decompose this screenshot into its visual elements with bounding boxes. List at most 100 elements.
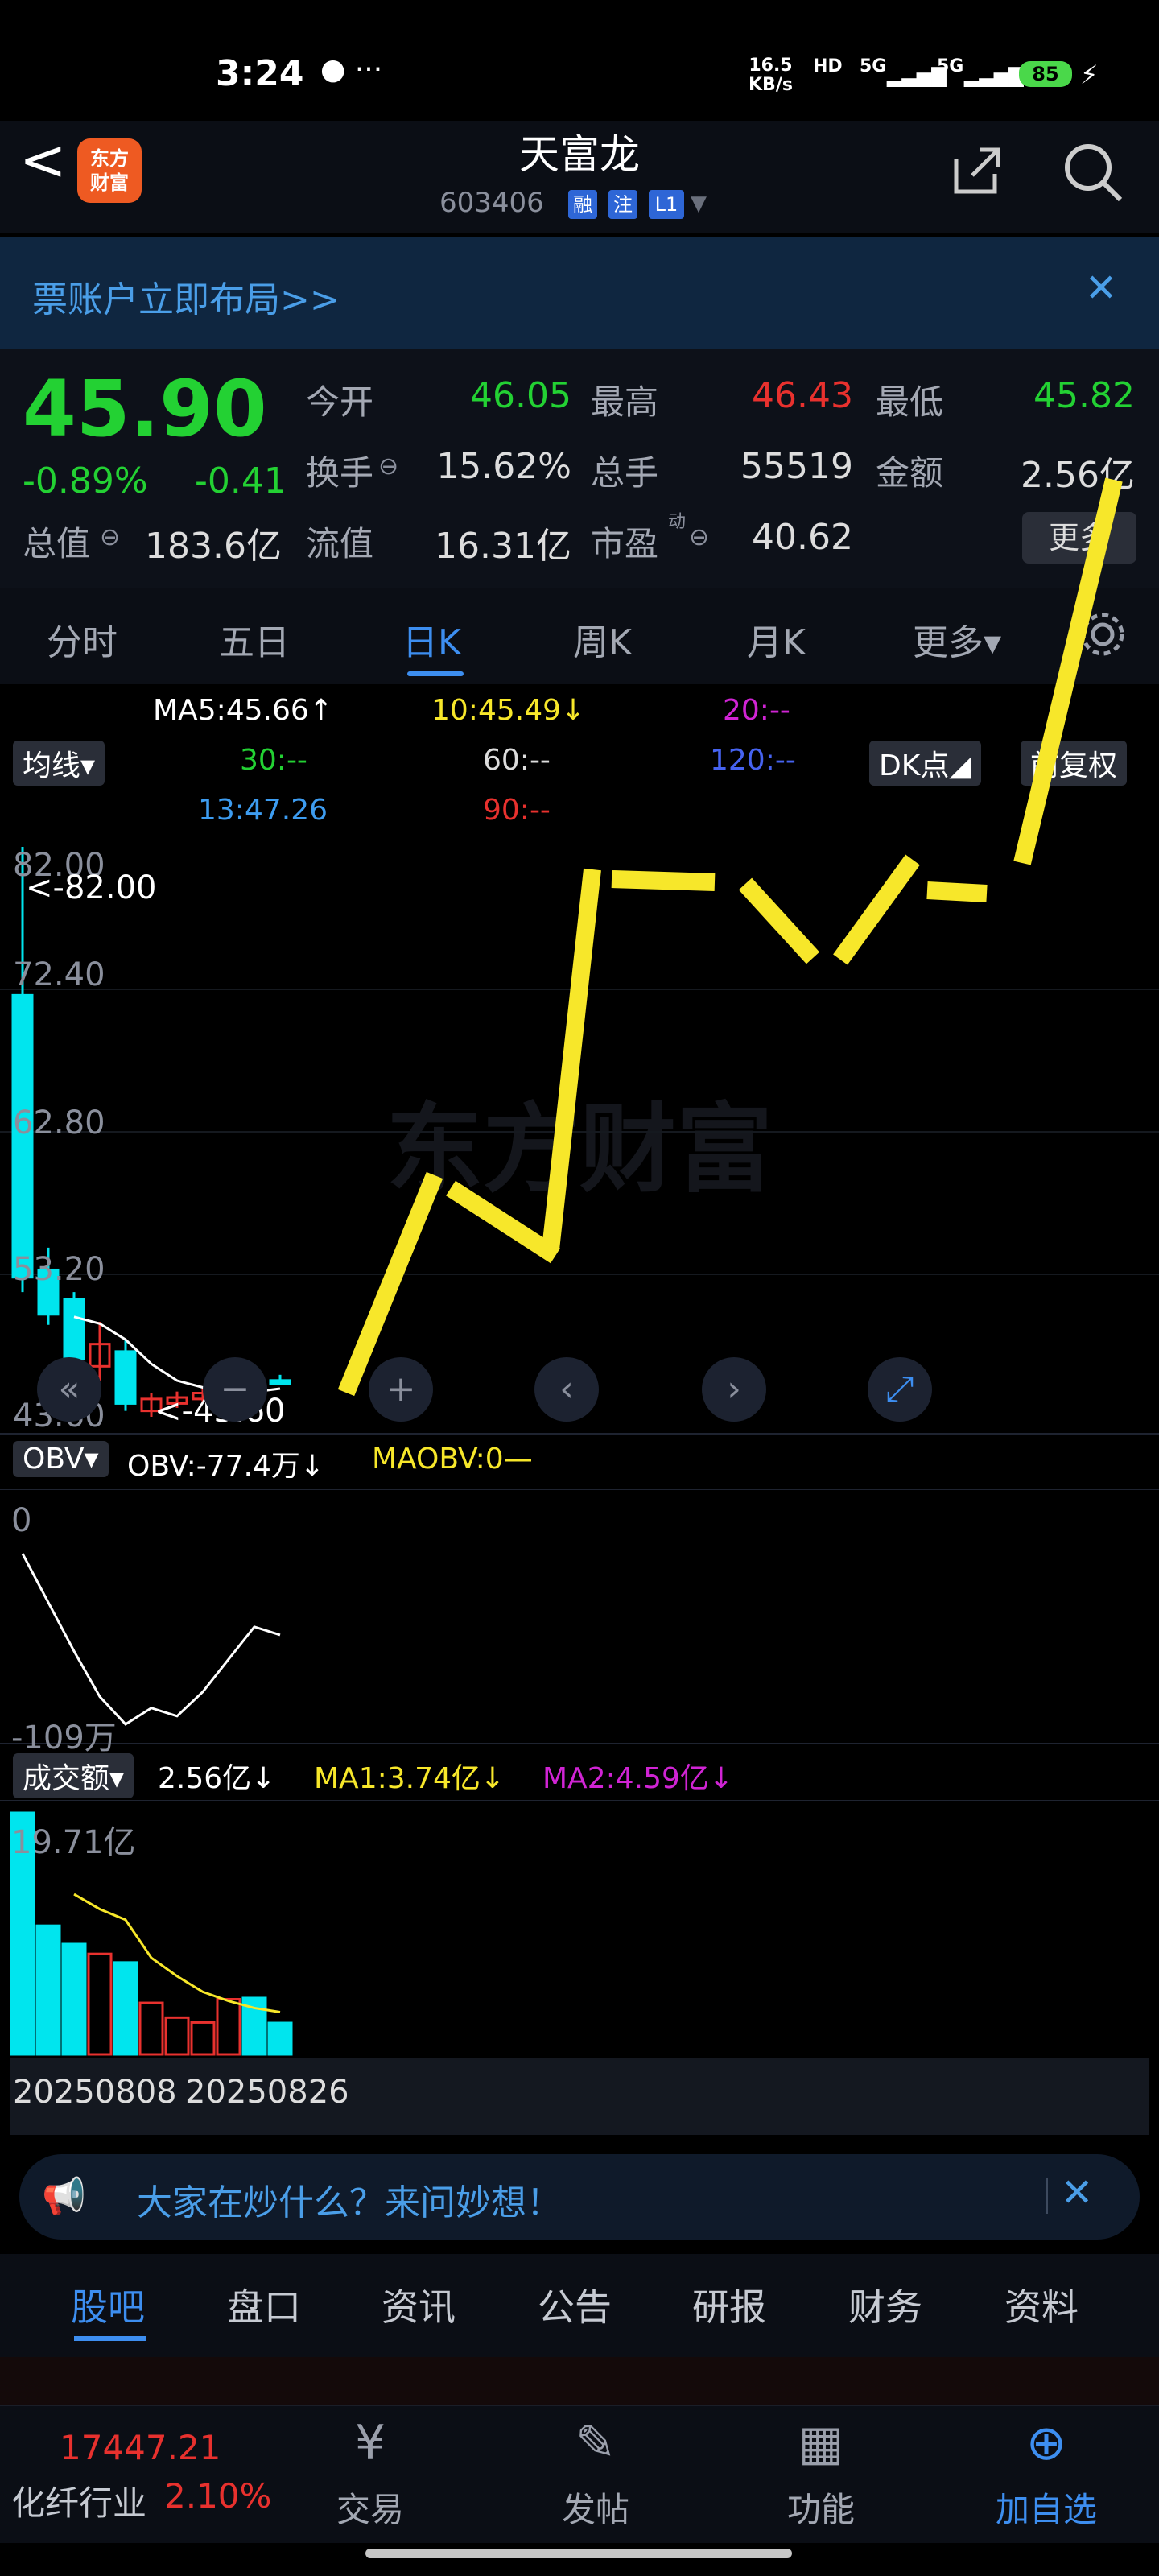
amount-value: 2.56亿 [1021, 455, 1135, 496]
tab-daily-k[interactable]: 日K [402, 613, 461, 665]
volume-axis-top: 19.71亿 [11, 1824, 136, 1861]
trade-icon[interactable]: ¥ [314, 2415, 427, 2471]
tab-intraday[interactable]: 分时 [47, 613, 118, 665]
volume-bar [113, 1961, 138, 2056]
maobv-value: MAOBV:0— [372, 1443, 533, 1476]
pan-left-button[interactable]: ‹ [534, 1357, 599, 1422]
tab-announcements[interactable]: 公告 [538, 2278, 612, 2331]
zoom-out-button[interactable]: « [37, 1357, 101, 1422]
post-label[interactable]: 发帖 [539, 2483, 652, 2532]
stock-code: 603406 [439, 187, 544, 219]
tab-forum[interactable]: 股吧 [71, 2278, 145, 2331]
turnover-value: 15.62% [436, 446, 571, 487]
post-icon[interactable]: ✎ [539, 2415, 652, 2471]
megaphone-icon: 📢 [42, 2176, 86, 2217]
industry-name[interactable]: 化纤行业 [11, 2476, 146, 2525]
price-axis-tick: 72.40 [13, 956, 105, 993]
ma120-legend: 120:-- [710, 744, 796, 777]
tab-more[interactable]: 更多▾ [913, 613, 1001, 665]
tab-active-indicator [407, 671, 464, 676]
pan-right-button[interactable]: › [702, 1357, 766, 1422]
pe-info-icon[interactable]: ⊖ [689, 523, 709, 551]
tab-news[interactable]: 资讯 [382, 2278, 456, 2331]
fullscreen-icon[interactable]: ⤢ [868, 1357, 932, 1422]
status-time: 3:24 [216, 53, 304, 94]
dk-point-button[interactable]: DK点◢ [869, 741, 982, 786]
volume-chart[interactable] [0, 1800, 1159, 2058]
candle-body [269, 1379, 291, 1385]
volume-value: 55519 [740, 446, 853, 487]
signal-icon-1: 5G [860, 56, 887, 76]
add-watchlist-icon[interactable]: ⊕ [990, 2415, 1103, 2471]
low-value: 45.82 [1033, 375, 1135, 416]
tag-margin: 融 [568, 190, 597, 219]
price-axis-tick: 53.20 [13, 1251, 105, 1288]
max-price-annotation: <-82.00 [26, 869, 157, 906]
code-dropdown-icon[interactable]: ▼ [691, 192, 707, 216]
ma90-legend: 90:-- [483, 794, 551, 827]
volume-indicator-selector[interactable]: 成交额▾ [13, 1753, 134, 1798]
volume-bar [138, 2001, 164, 2056]
volume-ma1: MA1:3.74亿↓ [314, 1762, 505, 1795]
obv-line [21, 1553, 281, 1726]
tab-monthly-k[interactable]: 月K [747, 613, 806, 665]
tab-research[interactable]: 研报 [692, 2278, 766, 2331]
candlestick-chart[interactable] [0, 837, 1159, 1433]
obv-chart[interactable] [0, 1489, 1159, 1747]
industry-index-value[interactable]: 17447.21 [60, 2428, 221, 2467]
indicator-selector[interactable]: 均线▾ [13, 741, 105, 786]
content-tab-indicator [74, 2336, 146, 2341]
volume-value: 2.56亿↓ [158, 1762, 276, 1795]
volume-label: 总手 [591, 453, 659, 493]
charging-icon: ⚡ [1080, 60, 1099, 90]
volume-bar [61, 1942, 87, 2056]
open-value: 46.05 [470, 375, 571, 416]
ma250-legend: 13:47.26 [198, 794, 328, 827]
obv-axis-bottom: -109万 [11, 1719, 117, 1757]
tab-financials[interactable]: 财务 [848, 2278, 922, 2331]
signal-icon-2: 5G [937, 56, 964, 76]
high-value: 46.43 [752, 375, 853, 416]
volume-ma2: MA2:4.59亿↓ [542, 1762, 734, 1795]
tag-l1: L1 [649, 190, 684, 219]
volume-bar [216, 1998, 241, 2056]
search-icon[interactable] [1061, 140, 1125, 204]
volume-bar [267, 2021, 293, 2056]
features-icon[interactable]: ▦ [765, 2415, 877, 2471]
net-speed: 16.5 KB/s [749, 56, 793, 95]
ask-divider [1046, 2178, 1048, 2214]
ask-close-icon[interactable]: ✕ [1061, 2170, 1093, 2215]
volume-bar [190, 2021, 216, 2056]
feed-preview [0, 2357, 1159, 2405]
open-label: 今开 [306, 382, 374, 422]
trade-label[interactable]: 交易 [314, 2483, 427, 2532]
share-icon[interactable] [948, 142, 1006, 200]
tab-weekly-k[interactable]: 周K [573, 613, 632, 665]
high-label: 最高 [591, 382, 659, 422]
adjust-button[interactable]: 前复权 [1021, 741, 1128, 786]
current-price: 45.90 [23, 364, 267, 454]
candle-body [63, 1298, 85, 1360]
tab-five-day[interactable]: 五日 [219, 613, 290, 665]
signal-bars-2: ▂▃▅▇ [964, 64, 1024, 87]
more-quote-button[interactable]: 更多 [1022, 512, 1136, 564]
settings-gear-icon[interactable] [1079, 610, 1127, 658]
turnover-label: 换手 [306, 453, 374, 493]
turnover-info-icon[interactable]: ⊖ [378, 452, 398, 481]
zoom-minus-button[interactable]: − [203, 1357, 267, 1422]
features-label[interactable]: 功能 [765, 2483, 877, 2532]
ask-bar-text[interactable]: 大家在炒什么？来问妙想！ [137, 2174, 562, 2225]
tab-profile[interactable]: 资料 [1004, 2278, 1079, 2331]
obv-selector[interactable]: OBV▾ [13, 1441, 109, 1477]
zoom-plus-button[interactable]: + [369, 1357, 433, 1422]
home-indicator [365, 2549, 792, 2558]
promo-close-icon[interactable]: ✕ [1085, 266, 1117, 311]
volume-bar [87, 1952, 113, 2056]
add-watchlist-label[interactable]: 加自选 [990, 2483, 1103, 2532]
hd-icon: HD [813, 56, 843, 76]
low-label: 最低 [876, 382, 944, 422]
tab-order-book[interactable]: 盘口 [227, 2278, 301, 2331]
promo-banner-text[interactable]: 票账户立即布局>> [32, 270, 340, 322]
market-cap-info-icon[interactable]: ⊖ [100, 523, 120, 551]
pe-value: 40.62 [752, 517, 853, 558]
